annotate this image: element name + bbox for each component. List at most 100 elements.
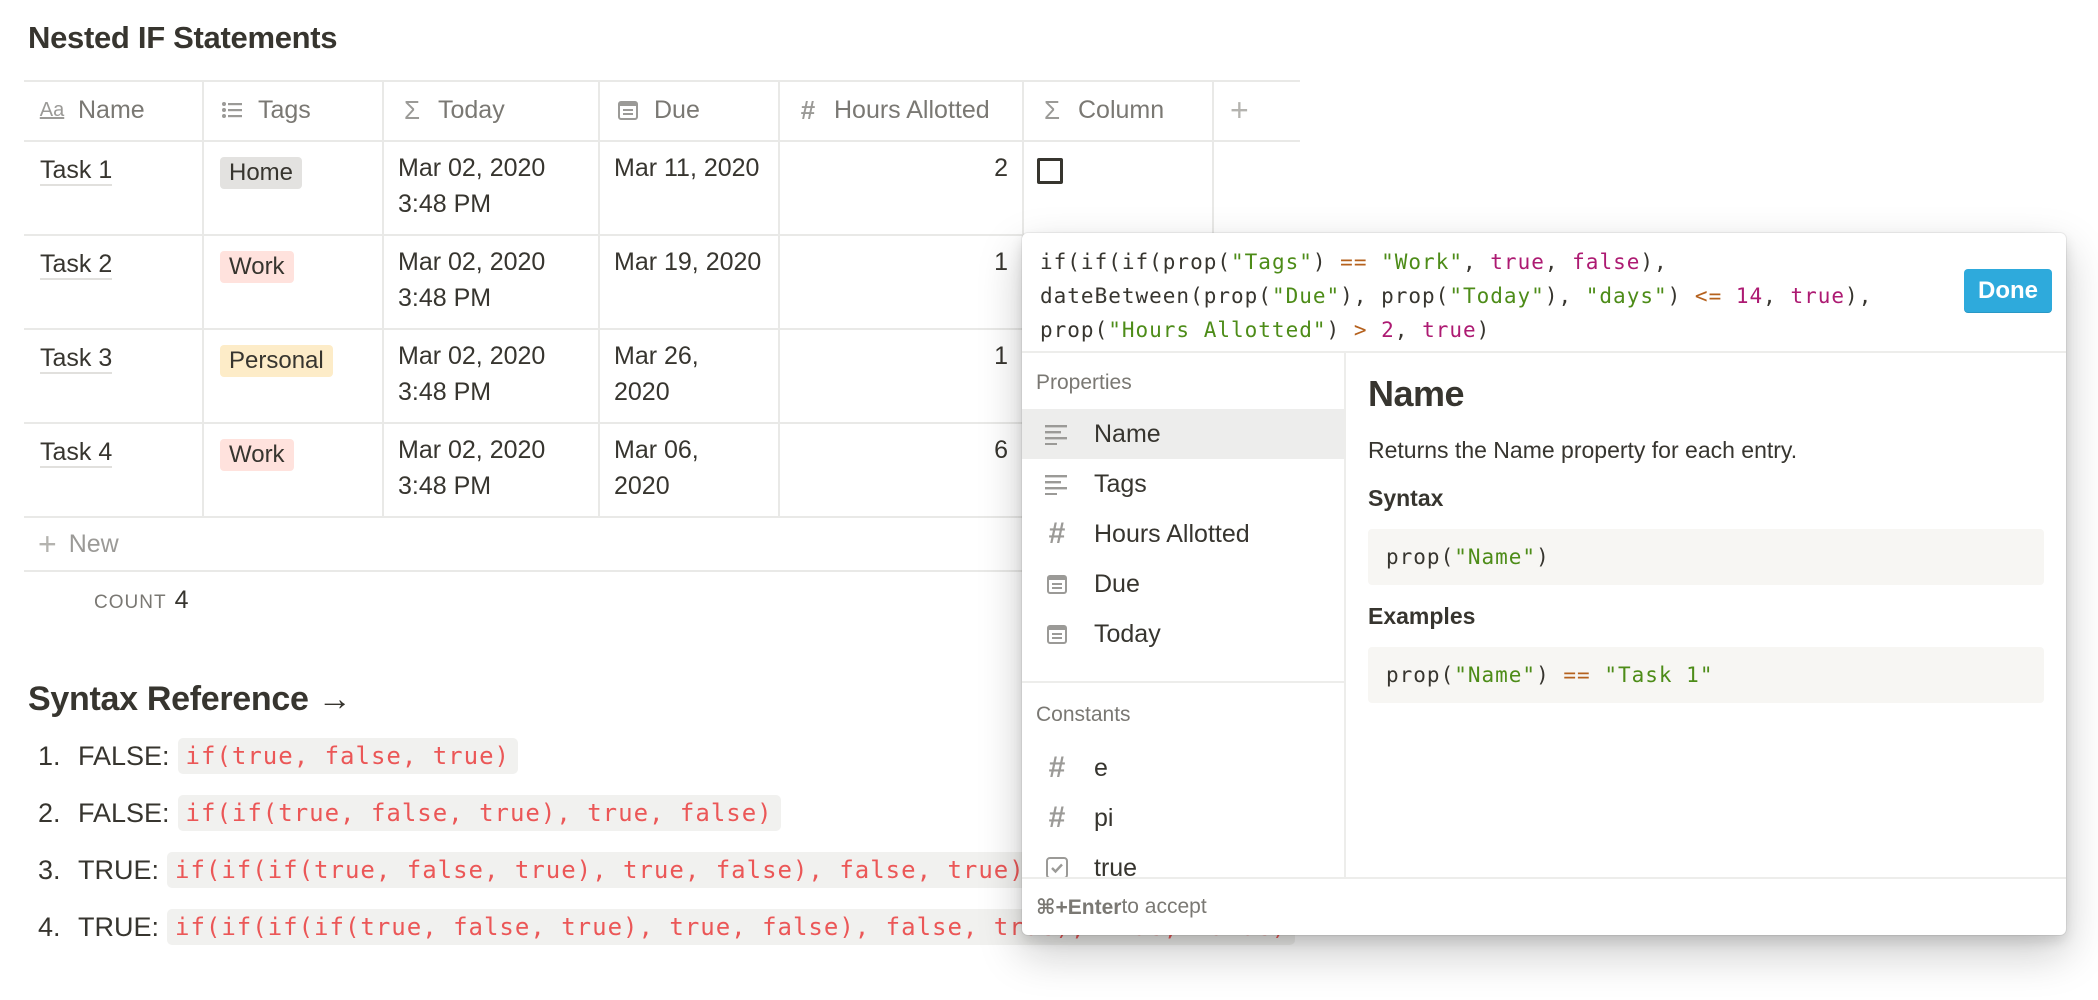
property-item-name[interactable]: Name	[1022, 409, 1344, 459]
column-header-hours[interactable]: # Hours Allotted	[794, 80, 990, 140]
list-label: FALSE:	[78, 797, 170, 828]
hash-icon: #	[1048, 801, 1066, 834]
shortcut-key: ⌘+Enter	[1036, 895, 1122, 919]
plus-icon: +	[38, 526, 57, 562]
list-number: 2.	[38, 797, 61, 828]
table-row[interactable]: Task 4	[40, 434, 113, 470]
table-row[interactable]: Task 1	[40, 152, 113, 188]
column-header-tags[interactable]: Tags	[218, 80, 311, 140]
add-column-button[interactable]: +	[1230, 80, 1249, 140]
property-item-hours-allotted[interactable]: # Hours Allotted	[1022, 509, 1344, 559]
sigma-icon: Σ	[403, 94, 421, 125]
text-aa-icon: Aa	[39, 98, 65, 121]
column-header-due[interactable]: Due	[614, 80, 700, 140]
hours-value: 1	[994, 342, 1008, 370]
row-name[interactable]: Task 2	[40, 250, 113, 280]
today-time: 3:48 PM	[398, 190, 492, 218]
calendar-icon	[614, 96, 642, 124]
property-label: Due	[1094, 569, 1140, 598]
tag-badge: Personal	[220, 345, 333, 377]
inline-code: if(if(if(true, false, true), true, false…	[167, 852, 1033, 888]
column-header-column[interactable]: Σ Column	[1038, 80, 1164, 140]
inline-code: if(if(true, false, true), true, false)	[177, 795, 781, 831]
column-label: Column	[1078, 95, 1165, 124]
formula-line: if(if(if(prop("Tags") == "Work", true, f…	[1040, 250, 1668, 274]
example-code-block: prop("Name") == "Task 1"	[1368, 647, 2044, 703]
formula-line: dateBetween(prop("Due"), prop("Today"), …	[1040, 284, 1873, 308]
count-value: 4	[174, 586, 189, 614]
due-date: Mar 06,	[614, 436, 699, 464]
hours-value: 6	[994, 436, 1008, 464]
hours-value: 2	[994, 154, 1008, 182]
examples-label: Examples	[1368, 603, 1476, 629]
list-icon	[218, 96, 246, 124]
property-label: Today	[1094, 619, 1161, 648]
properties-section-label: Properties	[1036, 371, 1132, 394]
shortcut-hint: to accept	[1121, 895, 1207, 918]
today-time: 3:48 PM	[398, 284, 492, 312]
property-item-today[interactable]: Today	[1022, 609, 1344, 659]
column-header-today[interactable]: Σ Today	[398, 80, 505, 140]
detail-title: Name	[1368, 373, 1465, 414]
count-footer[interactable]: COUNT 4	[94, 586, 188, 615]
row-name[interactable]: Task 1	[40, 156, 113, 186]
hash-icon: #	[1048, 751, 1066, 784]
due-date: Mar 26,	[614, 342, 699, 370]
sigma-icon: Σ	[1043, 94, 1061, 125]
column-label: Hours Allotted	[834, 95, 990, 124]
tag-badge: Home	[220, 157, 303, 189]
list-item: 1. FALSE: if(true, false, true)	[38, 738, 518, 774]
example-code: prop("Name") == "Task 1"	[1386, 663, 1714, 687]
calendar-icon	[1040, 572, 1074, 596]
constant-label: pi	[1094, 803, 1114, 832]
popup-footer: ⌘+Enter to accept	[1022, 877, 2066, 935]
list-number: 3.	[38, 854, 61, 885]
constant-item-pi[interactable]: # pi	[1022, 793, 1344, 843]
constant-label: e	[1094, 753, 1108, 782]
tag-badge: Work	[220, 439, 294, 471]
detail-description: Returns the Name property for each entry…	[1368, 437, 1798, 463]
today-time: 3:48 PM	[398, 378, 492, 406]
new-row-button[interactable]: + New	[38, 526, 119, 563]
constant-item-e[interactable]: # e	[1022, 743, 1344, 793]
count-label: COUNT	[94, 592, 167, 613]
formula-input[interactable]: if(if(if(prop("Tags") == "Work", true, f…	[1040, 245, 1940, 347]
done-button[interactable]: Done	[1964, 269, 2052, 313]
tag-badge: Work	[220, 251, 294, 283]
list-label: TRUE:	[78, 911, 159, 942]
constants-section-label: Constants	[1036, 703, 1131, 726]
page-title: Nested IF Statements	[28, 20, 338, 55]
syntax-code: prop("Name")	[1386, 545, 1550, 569]
hours-value: 1	[994, 248, 1008, 276]
column-label: Tags	[258, 95, 311, 124]
syntax-reference-heading[interactable]: Syntax Reference →	[28, 680, 352, 719]
column-label: Name	[78, 95, 145, 124]
column-label: Due	[654, 95, 700, 124]
formula-editor-popup: if(if(if(prop("Tags") == "Work", true, f…	[1022, 233, 2066, 935]
table-row[interactable]: Task 2	[40, 246, 113, 282]
list-number: 4.	[38, 911, 61, 942]
list-item: 3. TRUE: if(if(if(true, false, true), tr…	[38, 852, 1033, 888]
due-date: Mar 19, 2020	[614, 248, 762, 276]
property-label: Name	[1094, 419, 1161, 448]
syntax-label: Syntax	[1368, 485, 1444, 511]
today-date: Mar 02, 2020	[398, 436, 546, 464]
inline-code: if(true, false, true)	[177, 738, 518, 774]
plus-icon: +	[1230, 91, 1249, 128]
list-label: TRUE:	[78, 854, 159, 885]
row-name[interactable]: Task 3	[40, 344, 113, 374]
property-item-due[interactable]: Due	[1022, 559, 1344, 609]
today-date: Mar 02, 2020	[398, 342, 546, 370]
column-header-name[interactable]: Aa Name	[38, 80, 145, 140]
row-name[interactable]: Task 4	[40, 438, 113, 468]
table-row[interactable]: Task 3	[40, 340, 113, 376]
new-row-label: New	[68, 530, 119, 558]
checkbox[interactable]	[1037, 158, 1063, 184]
column-label: Today	[438, 95, 505, 124]
list-item: 2. FALSE: if(if(true, false, true), true…	[38, 795, 781, 831]
today-date: Mar 02, 2020	[398, 248, 546, 276]
property-item-tags[interactable]: Tags	[1022, 459, 1344, 509]
today-time: 3:48 PM	[398, 472, 492, 500]
property-label: Tags	[1094, 469, 1147, 498]
list-label: FALSE:	[78, 740, 170, 771]
